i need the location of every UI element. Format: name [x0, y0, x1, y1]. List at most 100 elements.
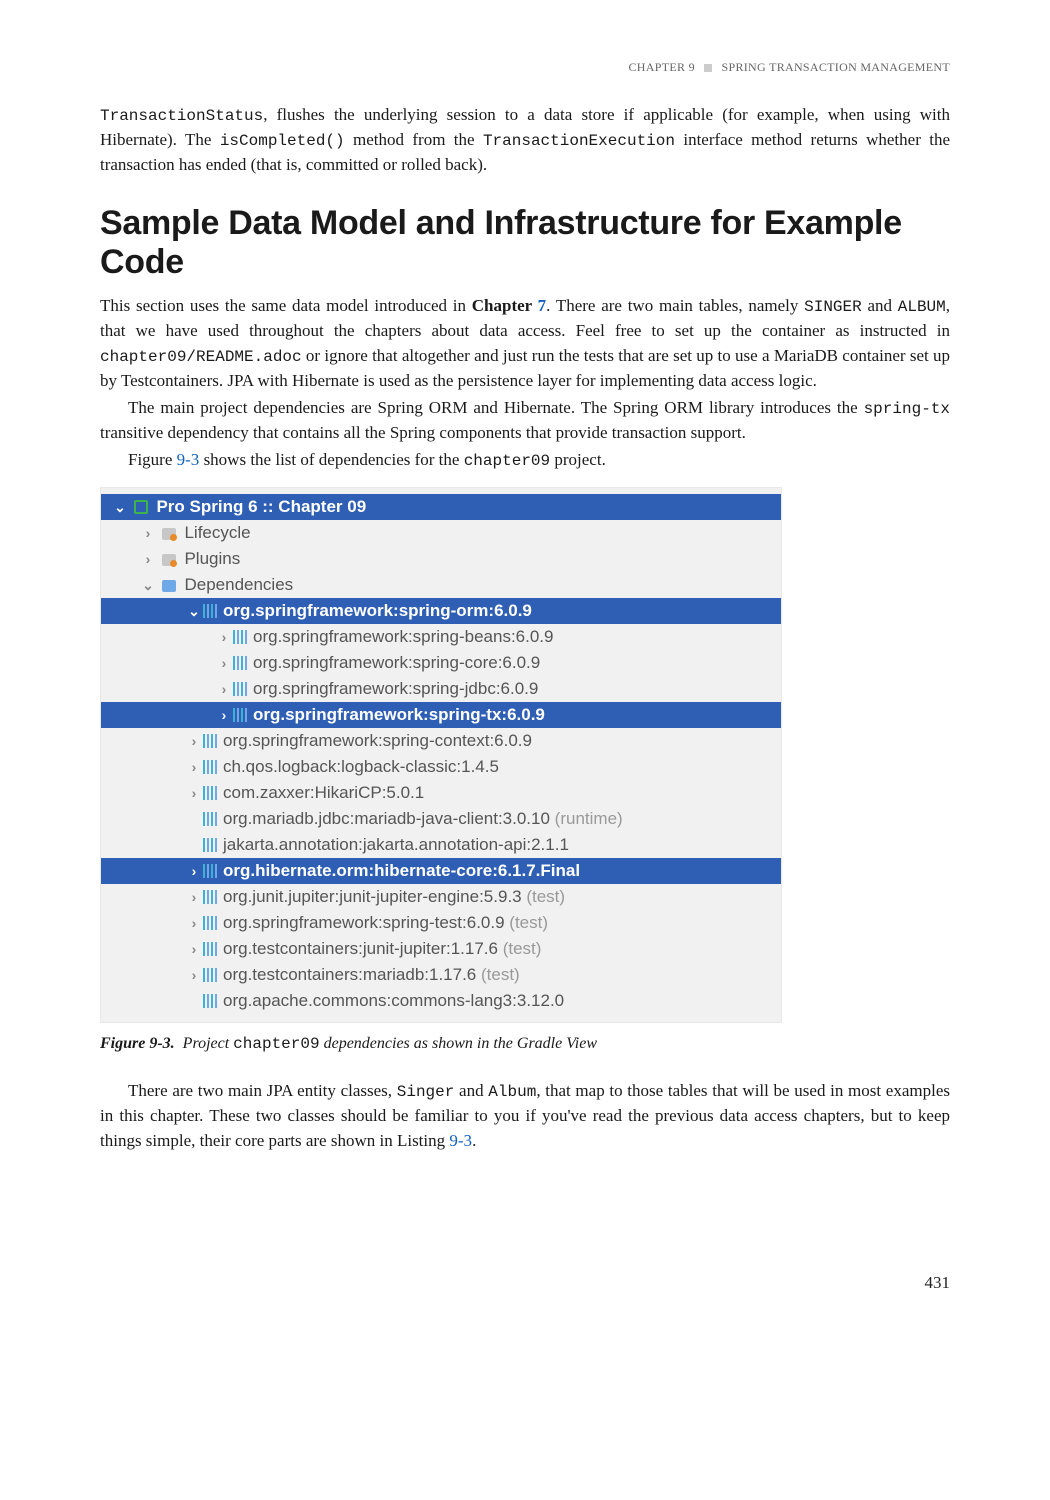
chevron-down-icon[interactable]: [141, 575, 155, 595]
tree-dependency-item[interactable]: org.springframework:spring-test:6.0.9 (t…: [101, 910, 781, 936]
tree-dependency-item[interactable]: org.springframework:spring-tx:6.0.9: [101, 702, 781, 728]
figure-caption: Figure 9-3. Project chapter09 dependenci…: [100, 1035, 950, 1053]
tree-dependency-item[interactable]: org.mariadb.jdbc:mariadb-java-client:3.0…: [101, 806, 781, 832]
code-transactionexecution: TransactionExecution: [483, 132, 675, 150]
para-5: There are two main JPA entity classes, S…: [100, 1079, 950, 1153]
dependency-label: org.junit.jupiter:junit-jupiter-engine:5…: [223, 887, 522, 906]
chevron-right-icon[interactable]: [217, 705, 231, 725]
header-separator-icon: [704, 64, 712, 72]
listing-9-3-ref[interactable]: 9-3: [449, 1131, 472, 1150]
library-icon: [233, 682, 235, 696]
library-icon: [233, 656, 235, 670]
chevron-right-icon[interactable]: [187, 783, 201, 803]
figure-9-3-ref[interactable]: 9-3: [177, 450, 200, 469]
chevron-right-icon[interactable]: [217, 653, 231, 673]
dependency-label: org.testcontainers:mariadb:1.17.6: [223, 965, 476, 984]
chevron-right-icon[interactable]: [187, 887, 201, 907]
chevron-right-icon[interactable]: [187, 731, 201, 751]
tree-dependency-item[interactable]: jakarta.annotation:jakarta.annotation-ap…: [101, 832, 781, 858]
folder-icon: [162, 580, 176, 592]
dependency-label: org.mariadb.jdbc:mariadb-java-client:3.0…: [223, 809, 550, 828]
tree-dependencies[interactable]: Dependencies: [101, 572, 781, 598]
dependency-scope: (test): [522, 887, 565, 906]
dependency-scope: (test): [476, 965, 519, 984]
tree-root[interactable]: Pro Spring 6 :: Chapter 09: [101, 494, 781, 520]
tree-dependency-item[interactable]: org.testcontainers:mariadb:1.17.6 (test): [101, 962, 781, 988]
library-icon: [203, 890, 205, 904]
tree-plugins-label: Plugins: [184, 549, 240, 568]
dependency-label: org.springframework:spring-jdbc:6.0.9: [253, 679, 538, 698]
dependency-label: org.springframework:spring-beans:6.0.9: [253, 627, 553, 646]
dependency-label: org.testcontainers:junit-jupiter:1.17.6: [223, 939, 498, 958]
library-icon: [203, 734, 205, 748]
chevron-down-icon[interactable]: [113, 497, 127, 517]
library-icon: [203, 812, 205, 826]
dependency-label: org.springframework:spring-test:6.0.9: [223, 913, 505, 932]
code-album-table: ALBUM: [898, 298, 946, 316]
code-chapter09: chapter09: [464, 452, 550, 470]
tree-lifecycle-label: Lifecycle: [184, 523, 250, 542]
dependency-label: com.zaxxer:HikariCP:5.0.1: [223, 783, 424, 802]
code-readme-path: chapter09/README.adoc: [100, 348, 302, 366]
chevron-right-icon[interactable]: [187, 965, 201, 985]
figure-label: Figure 9-3.: [100, 1035, 175, 1052]
dependency-label: org.springframework:spring-orm:6.0.9: [223, 601, 532, 620]
tree-dependency-item[interactable]: org.hibernate.orm:hibernate-core:6.1.7.F…: [101, 858, 781, 884]
chevron-right-icon[interactable]: [217, 627, 231, 647]
code-transactionstatus: TransactionStatus: [100, 107, 263, 125]
tree-dependency-item[interactable]: org.springframework:spring-orm:6.0.9: [101, 598, 781, 624]
chapter-7-link[interactable]: 7: [538, 296, 547, 315]
chevron-right-icon[interactable]: [217, 679, 231, 699]
tree-dependency-item[interactable]: org.springframework:spring-context:6.0.9: [101, 728, 781, 754]
project-icon: [134, 500, 148, 514]
para-4: Figure 9-3 shows the list of dependencie…: [100, 448, 950, 473]
dependency-label: org.apache.commons:commons-lang3:3.12.0: [223, 991, 564, 1010]
tree-lifecycle[interactable]: Lifecycle: [101, 520, 781, 546]
code-singer-table: SINGER: [804, 298, 862, 316]
chevron-right-icon[interactable]: [187, 757, 201, 777]
code-iscompleted: isCompleted(): [220, 132, 345, 150]
library-icon: [203, 968, 205, 982]
tree-dependency-item[interactable]: org.apache.commons:commons-lang3:3.12.0: [101, 988, 781, 1014]
tree-plugins[interactable]: Plugins: [101, 546, 781, 572]
library-icon: [233, 630, 235, 644]
code-album-class: Album: [488, 1083, 536, 1101]
tree-dependency-item[interactable]: ch.qos.logback:logback-classic:1.4.5: [101, 754, 781, 780]
chevron-right-icon[interactable]: [141, 549, 155, 569]
folder-icon: [162, 554, 176, 566]
tree-dependency-item[interactable]: org.springframework:spring-jdbc:6.0.9: [101, 676, 781, 702]
chevron-down-icon[interactable]: [187, 601, 201, 621]
library-icon: [203, 864, 205, 878]
tree-dependency-item[interactable]: org.springframework:spring-beans:6.0.9: [101, 624, 781, 650]
tree-dependency-item[interactable]: com.zaxxer:HikariCP:5.0.1: [101, 780, 781, 806]
tree-dependency-item[interactable]: org.testcontainers:junit-jupiter:1.17.6 …: [101, 936, 781, 962]
chevron-right-icon[interactable]: [187, 939, 201, 959]
dependency-label: jakarta.annotation:jakarta.annotation-ap…: [223, 835, 569, 854]
dependency-label: org.springframework:spring-context:6.0.9: [223, 731, 532, 750]
tree-dependency-item[interactable]: org.junit.jupiter:junit-jupiter-engine:5…: [101, 884, 781, 910]
library-icon: [203, 994, 205, 1008]
library-icon: [203, 916, 205, 930]
chapter-title: SPRING TRANSACTION MANAGEMENT: [722, 60, 951, 74]
tree-root-label: Pro Spring 6 :: Chapter 09: [156, 497, 366, 516]
dependency-scope: (test): [505, 913, 548, 932]
para-2: This section uses the same data model in…: [100, 294, 950, 394]
dependency-label: org.springframework:spring-core:6.0.9: [253, 653, 540, 672]
code-chapter09-caption: chapter09: [233, 1035, 319, 1053]
running-header: CHAPTER 9 SPRING TRANSACTION MANAGEMENT: [100, 60, 950, 75]
dependency-tree: Pro Spring 6 :: Chapter 09 Lifecycle Plu…: [100, 487, 782, 1023]
library-icon: [203, 786, 205, 800]
tree-dependency-item[interactable]: org.springframework:spring-core:6.0.9: [101, 650, 781, 676]
dependency-scope: (runtime): [550, 809, 623, 828]
folder-icon: [162, 528, 176, 540]
tree-dependencies-label: Dependencies: [184, 575, 293, 594]
code-spring-tx: spring-tx: [864, 400, 950, 418]
chevron-right-icon[interactable]: [187, 861, 201, 881]
library-icon: [203, 838, 205, 852]
dependency-scope: (test): [498, 939, 541, 958]
chapter-label: CHAPTER 9: [629, 60, 695, 74]
chevron-right-icon[interactable]: [141, 523, 155, 543]
page-number: 431: [100, 1273, 950, 1293]
library-icon: [233, 708, 235, 722]
chevron-right-icon[interactable]: [187, 913, 201, 933]
